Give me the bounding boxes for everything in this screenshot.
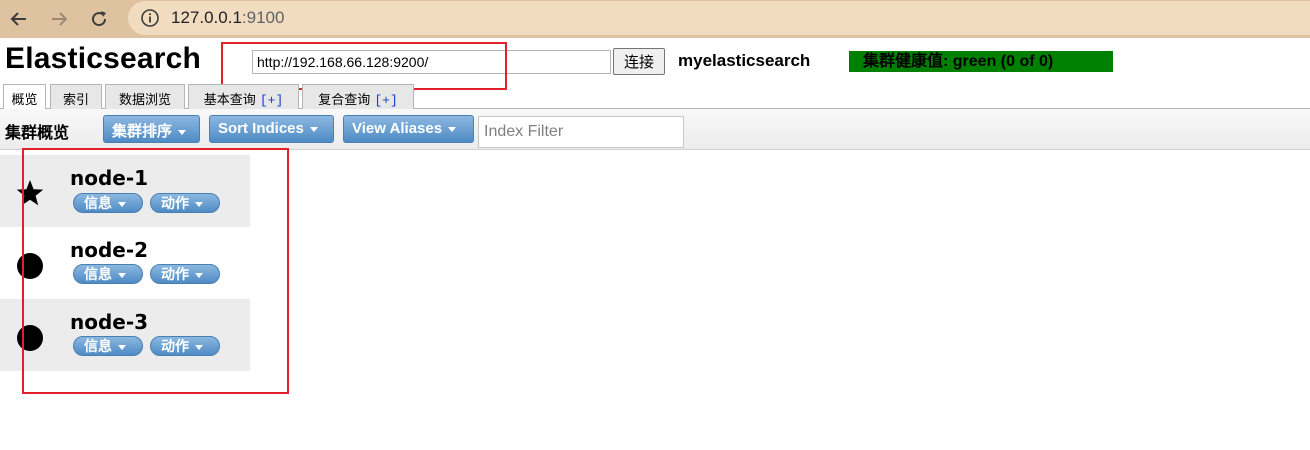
node-action-button[interactable]: 动作 (150, 193, 220, 213)
tab-plus: [+] (259, 93, 284, 108)
chevron-down-icon (118, 272, 126, 278)
tab-label: 复合查询 (318, 93, 375, 108)
chevron-down-icon (178, 129, 187, 135)
url-port: :9100 (241, 8, 285, 27)
address-bar[interactable]: 127.0.0.1:9100 (128, 1, 1310, 35)
address-url: 127.0.0.1:9100 (171, 8, 284, 28)
node-row: node-3 信息 动作 (0, 299, 250, 371)
button-label: 动作 (161, 267, 189, 283)
button-label: 动作 (161, 196, 189, 212)
node-name: node-1 (70, 166, 149, 190)
chevron-down-icon (118, 201, 126, 207)
button-label: Sort Indices (218, 120, 304, 137)
back-button[interactable] (5, 5, 33, 33)
circle-icon (17, 253, 43, 279)
connect-button[interactable]: 连接 (613, 48, 665, 75)
node-info-button[interactable]: 信息 (73, 193, 143, 213)
button-label: 动作 (161, 339, 189, 355)
tab-structured-query[interactable]: 基本查询 [+] (188, 84, 299, 109)
chevron-down-icon (309, 126, 318, 132)
button-label: View Aliases (352, 120, 443, 137)
cluster-url-input[interactable] (252, 50, 611, 74)
index-filter-input[interactable] (478, 116, 684, 148)
back-arrow-icon (10, 12, 26, 26)
node-info-button[interactable]: 信息 (73, 264, 143, 284)
tab-plus: [+] (374, 93, 398, 108)
tab-any-request[interactable]: 复合查询 [+] (302, 84, 414, 109)
node-row: node-1 信息 动作 (0, 155, 250, 227)
tab-label: 概览 (11, 93, 38, 108)
tab-indices[interactable]: 索引 (50, 84, 102, 109)
node-name: node-3 (70, 310, 149, 334)
chevron-down-icon (195, 272, 203, 278)
cluster-health-badge: 集群健康值: green (0 of 0) (849, 51, 1113, 72)
browser-toolbar: 127.0.0.1:9100 (0, 0, 1310, 38)
info-icon[interactable] (140, 8, 160, 28)
app-title: Elasticsearch (5, 42, 202, 75)
node-name: node-2 (70, 238, 149, 262)
node-row: node-2 信息 动作 (0, 227, 250, 299)
tab-label: 基本查询 (203, 93, 260, 108)
cluster-name: myelasticsearch (678, 51, 811, 70)
toolbar-title: 集群概览 (5, 123, 70, 142)
forward-button[interactable] (45, 5, 73, 33)
tab-bar: 概览 索引 数据浏览 基本查询 [+] 复合查询 [+] (0, 84, 1310, 110)
node-action-button[interactable]: 动作 (150, 336, 220, 356)
tab-label: 索引 (62, 93, 89, 108)
chevron-down-icon (195, 201, 203, 207)
url-host: 127.0.0.1 (171, 8, 242, 27)
sort-indices-button[interactable]: Sort Indices (209, 115, 334, 143)
button-label: 信息 (84, 267, 112, 283)
star-icon (16, 180, 44, 206)
sort-cluster-button[interactable]: 集群排序 (103, 115, 200, 143)
reload-icon (92, 11, 107, 27)
button-label: 信息 (84, 196, 112, 212)
node-info-button[interactable]: 信息 (73, 336, 143, 356)
node-action-button[interactable]: 动作 (150, 264, 220, 284)
forward-arrow-icon (52, 12, 68, 26)
tab-label: 数据浏览 (118, 93, 171, 108)
tab-browser[interactable]: 数据浏览 (105, 84, 185, 109)
circle-icon (17, 325, 43, 351)
chevron-down-icon (195, 344, 203, 350)
chevron-down-icon (448, 126, 457, 132)
reload-button[interactable] (85, 5, 113, 33)
button-label: 集群排序 (112, 123, 173, 140)
button-label: 信息 (84, 339, 112, 355)
tab-overview[interactable]: 概览 (3, 84, 46, 110)
chevron-down-icon (118, 344, 126, 350)
view-aliases-button[interactable]: View Aliases (343, 115, 474, 143)
